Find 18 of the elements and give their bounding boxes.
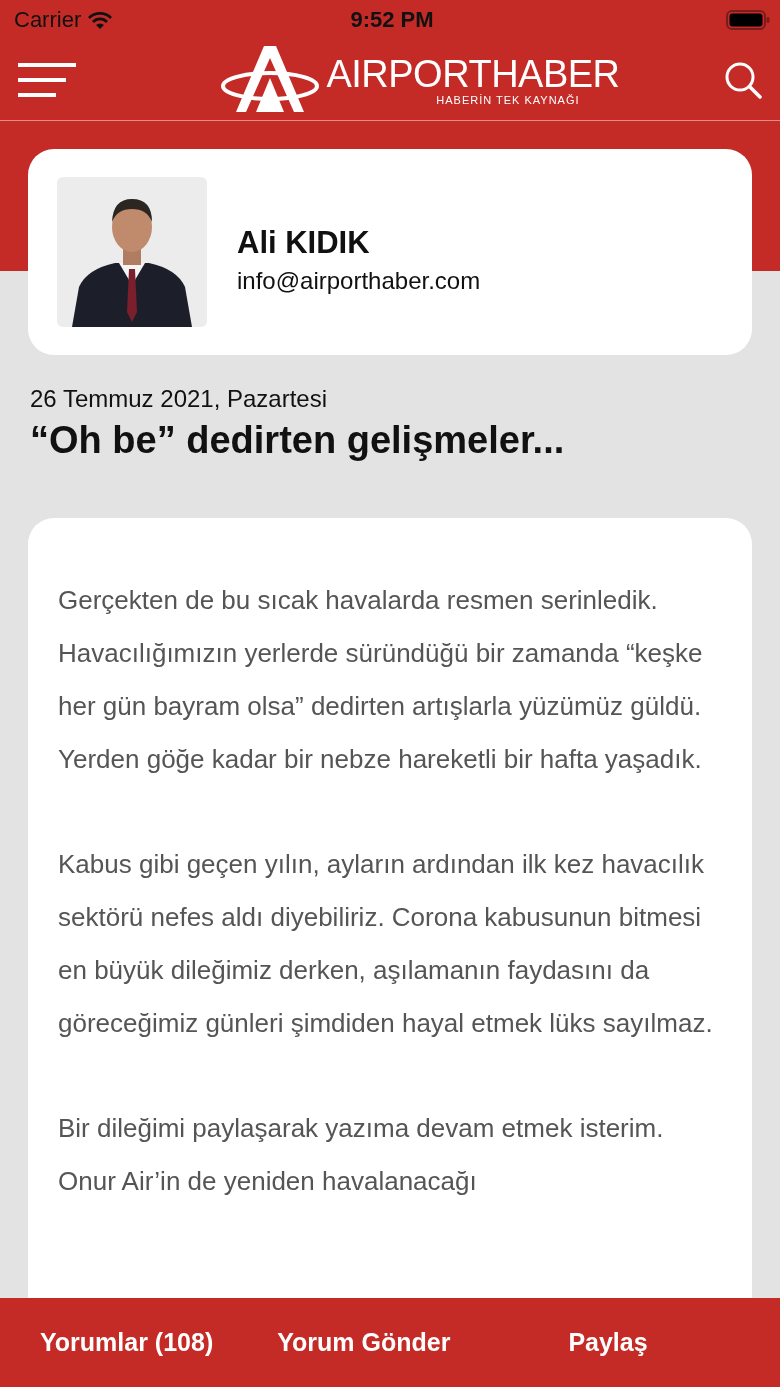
carrier-label: Carrier — [14, 7, 82, 33]
action-button[interactable]: Paylaş — [568, 1320, 648, 1365]
search-icon[interactable] — [724, 61, 762, 99]
article-paragraph: Kabus gibi geçen yılın, ayların ardından ilk kez havacılık sektörü nefes aldı diyebiliriz. Corona kabusunun bitmesi en büyük dileğimiz derken, aşılamanın faydasını da göreceğimiz günleri şimdiden hayal etmek lüks sayılmaz. — [58, 848, 714, 1040]
article-date: 26 Temmuz 2021, Pazartesi — [30, 385, 329, 413]
status-time: 9:52 PM — [350, 7, 434, 33]
brand-name: AIRPORTHABER — [326, 54, 620, 94]
author-name: Ali KIDIK — [237, 225, 371, 261]
article-title: “Oh be” dedirten gelişmeler... — [30, 419, 566, 462]
action-button[interactable]: Yorum Gönder — [277, 1320, 451, 1365]
article-paragraph: Bir dileğimi paylaşarak yazıma devam etmek isterim. Onur Air’in de yeniden havalanacağı — [58, 1112, 665, 1198]
article-paragraph: Gerçekten de bu sıcak havalarda resmen serinledik. Havacılığımızın yerlerde süründüğü bir zamanda “keşke her gün bayram olsa” dedirten artışlarla yüzümüz güldü. Yerden göğe kadar bir nebze hareketli bir hafta yaşadık. — [58, 584, 704, 776]
menu-icon[interactable] — [18, 62, 76, 98]
wifi-icon — [87, 10, 114, 30]
battery-icon — [726, 10, 770, 30]
author-email[interactable]: info@airporthaber.com — [237, 267, 481, 295]
action-button[interactable]: Yorumlar (108) — [40, 1320, 214, 1365]
brand-tagline: HABERİN TEK KAYNAĞI — [436, 94, 580, 106]
